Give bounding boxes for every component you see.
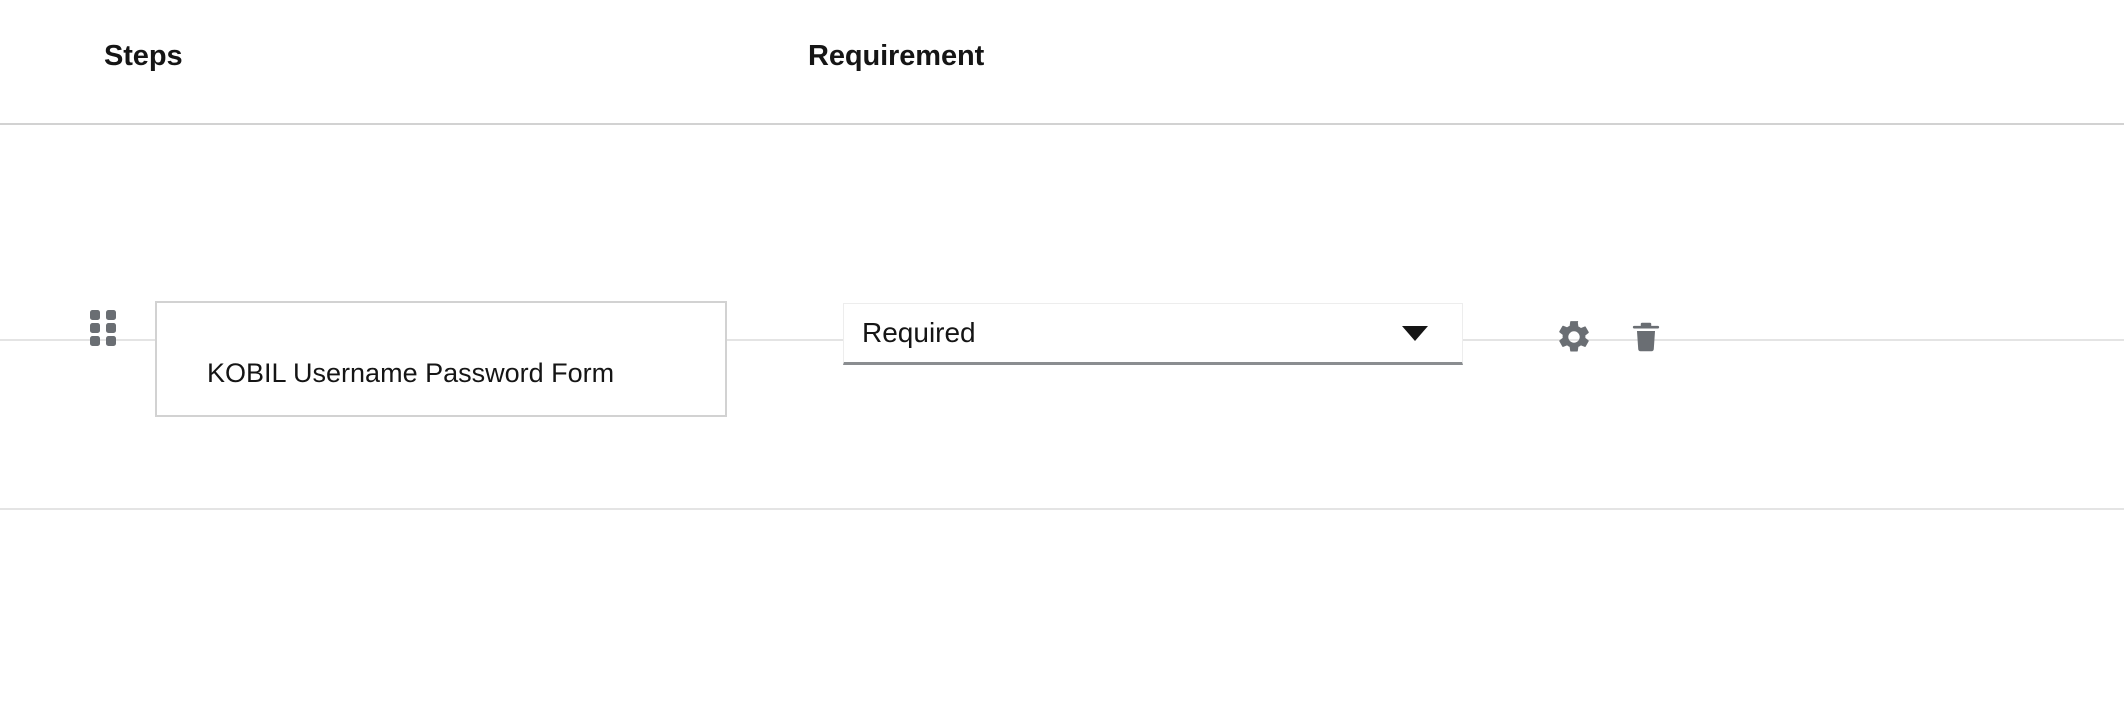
table-row: KOBIL Username Password Form Required (0, 125, 2124, 417)
table-row: Condition Verify Conditional (0, 341, 2124, 510)
drag-dot (90, 310, 100, 320)
table-row: Condition - Email Verification Required (0, 510, 2124, 724)
drag-dot (106, 323, 116, 333)
drag-dot (106, 310, 116, 320)
drag-dot (90, 323, 100, 333)
column-header-steps: Steps (104, 40, 183, 72)
table-header: Steps Requirement (0, 0, 2124, 125)
chevron-down-icon (1402, 325, 1428, 341)
drag-handle[interactable] (90, 310, 116, 346)
column-header-requirement: Requirement (808, 40, 985, 72)
authentication-flow-steps-table: Steps Requirement KOBIL Username Passwor… (0, 0, 2124, 724)
